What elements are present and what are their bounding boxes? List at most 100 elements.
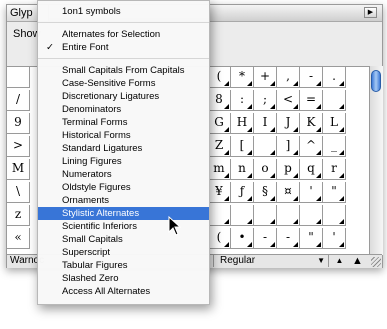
glyph-cell[interactable]: K bbox=[300, 113, 323, 134]
glyph-cell[interactable]: - bbox=[300, 67, 323, 88]
glyph-cell[interactable]: § bbox=[254, 182, 277, 203]
glyph-cell[interactable]: z bbox=[7, 205, 30, 226]
glyph-cell[interactable]: ¥ bbox=[208, 182, 231, 203]
menu-item[interactable]: Oldstyle Figures bbox=[38, 181, 209, 194]
glyph-cell[interactable]: \ bbox=[7, 182, 30, 203]
glyph-cell[interactable]: > bbox=[7, 136, 30, 157]
alternates-flag-icon bbox=[270, 242, 275, 247]
menu-item[interactable]: Scientific Inferiors bbox=[38, 220, 209, 233]
glyph-cell[interactable]: H bbox=[231, 113, 254, 134]
menu-item-label: Superscript bbox=[62, 247, 111, 258]
glyph-cell[interactable]: = bbox=[300, 90, 323, 111]
menu-item[interactable]: Denominators bbox=[38, 103, 209, 116]
glyph-cell[interactable]: . bbox=[323, 67, 346, 88]
font-style-select[interactable]: Regular ▼ bbox=[213, 255, 329, 267]
menu-item[interactable]: Entire Font ✓ bbox=[38, 41, 209, 54]
menu-item[interactable]: Terminal Forms bbox=[38, 116, 209, 129]
menu-item[interactable]: Stylistic Alternates bbox=[38, 207, 209, 220]
glyph-cell[interactable]: " bbox=[300, 228, 323, 249]
glyph-cell[interactable]: o bbox=[254, 159, 277, 180]
menu-item[interactable]: Superscript bbox=[38, 246, 209, 259]
menu-item-label: Numerators bbox=[62, 169, 112, 180]
menu-item[interactable]: Historical Forms bbox=[38, 129, 209, 142]
glyph-cell[interactable]: Z bbox=[208, 136, 231, 157]
zoom-out-icon[interactable]: ▲ bbox=[331, 255, 348, 267]
glyph-cell[interactable]: « bbox=[7, 228, 30, 249]
glyph-cell[interactable]: 8 bbox=[208, 90, 231, 111]
scroll-thumb[interactable] bbox=[371, 70, 381, 92]
menu-item-header[interactable]: 1on1 symbols bbox=[38, 5, 209, 18]
glyph-cell[interactable]: I bbox=[254, 113, 277, 134]
alternates-flag-icon bbox=[270, 104, 275, 109]
menu-item[interactable]: Small Capitals bbox=[38, 233, 209, 246]
panel-menu-icon[interactable]: ▶ bbox=[364, 7, 377, 18]
glyph-cell[interactable]: L bbox=[323, 113, 346, 134]
glyph-cell[interactable]: ƒ bbox=[231, 182, 254, 203]
glyph-cell[interactable]: ( bbox=[208, 228, 231, 249]
menu-item[interactable]: Numerators bbox=[38, 168, 209, 181]
glyph-cell[interactable]: ¤ bbox=[277, 182, 300, 203]
glyph-cell[interactable] bbox=[323, 90, 346, 111]
glyph-cell[interactable]: J bbox=[277, 113, 300, 134]
glyph-cell[interactable]: [ bbox=[231, 136, 254, 157]
glyph-cell[interactable]: ^ bbox=[300, 136, 323, 157]
glyph-cell[interactable] bbox=[277, 205, 300, 226]
glyph-cell[interactable]: _ bbox=[323, 136, 346, 157]
zoom-in-icon[interactable]: ▲ bbox=[349, 255, 366, 267]
glyph-cell[interactable]: ; bbox=[254, 90, 277, 111]
glyph-cell[interactable] bbox=[231, 205, 254, 226]
glyph-cell[interactable]: m bbox=[208, 159, 231, 180]
alternates-flag-icon bbox=[293, 242, 298, 247]
menu-item[interactable]: Case-Sensitive Forms bbox=[38, 77, 209, 90]
glyph-cell[interactable]: , bbox=[277, 67, 300, 88]
glyph-cell[interactable] bbox=[323, 205, 346, 226]
glyph-cell[interactable]: n bbox=[231, 159, 254, 180]
glyph-cell[interactable]: - bbox=[277, 228, 300, 249]
glyph-cell[interactable]: M bbox=[7, 159, 30, 180]
menu-item[interactable]: Small Capitals From Capitals bbox=[38, 64, 209, 77]
alternates-flag-icon bbox=[247, 196, 252, 201]
menu-item[interactable]: Alternates for Selection bbox=[38, 28, 209, 41]
glyph-cell[interactable]: G bbox=[208, 113, 231, 134]
glyph-cell[interactable]: < bbox=[277, 90, 300, 111]
resize-grip-icon[interactable] bbox=[371, 257, 381, 267]
menu-item[interactable]: Discretionary Ligatures bbox=[38, 90, 209, 103]
menu-item[interactable]: Slashed Zero bbox=[38, 272, 209, 285]
glyph-cell[interactable] bbox=[208, 205, 231, 226]
glyph-cell[interactable] bbox=[7, 67, 30, 88]
glyph-cell[interactable]: 9 bbox=[7, 113, 30, 134]
menu-item-label: Access All Alternates bbox=[62, 286, 151, 297]
menu-item[interactable]: Lining Figures bbox=[38, 155, 209, 168]
alternates-flag-icon bbox=[316, 196, 321, 201]
menu-item[interactable]: Tabular Figures bbox=[38, 259, 209, 272]
alternates-flag-icon bbox=[293, 104, 298, 109]
menu-item[interactable]: Access All Alternates bbox=[38, 285, 209, 298]
glyph-cell[interactable]: * bbox=[231, 67, 254, 88]
glyph-cell[interactable]: ' bbox=[300, 182, 323, 203]
glyph-cell[interactable]: r bbox=[323, 159, 346, 180]
menu-item-label: Standard Ligatures bbox=[62, 143, 143, 154]
menu-item[interactable]: Standard Ligatures bbox=[38, 142, 209, 155]
glyph-cell[interactable]: • bbox=[231, 228, 254, 249]
glyph-cell[interactable]: ' bbox=[323, 228, 346, 249]
menu-item-label: Terminal Forms bbox=[62, 117, 128, 128]
glyph-cell[interactable] bbox=[254, 136, 277, 157]
glyph-cell[interactable]: + bbox=[254, 67, 277, 88]
glyph-cell[interactable]: : bbox=[231, 90, 254, 111]
glyph-cell[interactable]: q bbox=[300, 159, 323, 180]
glyph-cell[interactable]: ( bbox=[208, 67, 231, 88]
chevron-down-icon: ▼ bbox=[317, 256, 325, 265]
vertical-scrollbar[interactable] bbox=[369, 66, 383, 255]
glyph-cell[interactable]: ] bbox=[277, 136, 300, 157]
glyph-cell[interactable]: / bbox=[7, 90, 30, 111]
menu-item[interactable]: Ornaments bbox=[38, 194, 209, 207]
alternates-flag-icon bbox=[293, 81, 298, 86]
glyph-cell[interactable]: " bbox=[323, 182, 346, 203]
menu-item-label: Discretionary Ligatures bbox=[62, 91, 160, 102]
alternates-flag-icon bbox=[270, 150, 275, 155]
glyph-cell[interactable]: p bbox=[277, 159, 300, 180]
glyph-cell[interactable] bbox=[254, 205, 277, 226]
menu-item-label: Ornaments bbox=[62, 195, 109, 206]
glyph-cell[interactable]: - bbox=[254, 228, 277, 249]
glyph-cell[interactable] bbox=[300, 205, 323, 226]
